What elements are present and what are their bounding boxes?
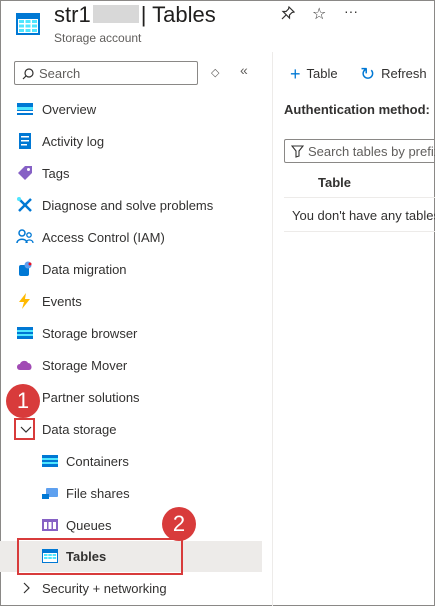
sidebar-item-label: Tags — [42, 166, 70, 181]
refresh-button[interactable]: ↻ Refresh — [360, 64, 427, 85]
sidebar-item-label: Queues — [66, 518, 112, 533]
add-table-label: Table — [306, 66, 338, 81]
sidebar-item-queues[interactable]: Queues — [0, 510, 262, 540]
pin-icon[interactable] — [281, 5, 296, 23]
search-icon — [22, 68, 34, 80]
page-title: str1 | Tables — [54, 2, 216, 28]
cloud-icon — [17, 360, 32, 370]
tag-icon — [18, 166, 32, 180]
callout-badge-1: 1 — [6, 384, 40, 418]
sidebar-item-access-control[interactable]: Access Control (IAM) — [0, 222, 262, 252]
pane-divider — [272, 52, 273, 606]
filter-icon — [291, 145, 304, 158]
tables-resource-icon — [16, 13, 40, 35]
title-suffix: | Tables — [140, 2, 216, 27]
sidebar-item-label: Activity log — [42, 134, 105, 149]
table-column-header[interactable]: Table — [318, 175, 351, 190]
lightning-icon — [19, 293, 30, 309]
wrench-icon — [17, 197, 32, 212]
storage-browser-icon — [17, 327, 33, 339]
redacted-name — [92, 5, 139, 23]
sidebar-item-label: File shares — [66, 486, 130, 501]
page-header: str1 | Tables Storage account ☆ ··· — [0, 0, 435, 52]
queues-icon — [42, 519, 58, 531]
header-divider — [284, 197, 435, 198]
sidebar-item-label: Containers — [66, 454, 129, 469]
sidebar-group-data-storage[interactable]: Data storage — [0, 414, 262, 444]
callout-2-highlight — [17, 538, 183, 575]
plus-icon: + — [290, 64, 301, 84]
add-table-button[interactable]: + Table — [290, 64, 338, 85]
search-placeholder: Search — [39, 66, 81, 81]
sidebar-item-label: Storage Mover — [42, 358, 128, 373]
overview-icon — [17, 103, 33, 115]
data-migration-icon — [19, 261, 32, 276]
star-icon[interactable]: ☆ — [312, 4, 326, 24]
people-icon — [16, 229, 34, 244]
chevron-right-icon[interactable] — [20, 582, 32, 594]
sidebar-group-label: Data storage — [42, 422, 117, 437]
sidebar-item-label: Data migration — [42, 262, 127, 277]
sidebar-search-input[interactable]: Search — [14, 61, 198, 85]
sidebar-item-events[interactable]: Events — [0, 286, 262, 316]
title-prefix: str1 — [54, 2, 91, 27]
sidebar-item-label: Overview — [42, 102, 97, 117]
callout-badge-2: 2 — [162, 507, 196, 541]
sidebar-group-label: Security + networking — [42, 581, 167, 596]
collapse-sidebar-icon[interactable]: « — [240, 62, 248, 78]
sidebar-item-activity-log[interactable]: Activity log — [0, 126, 262, 156]
sidebar-item-storage-browser[interactable]: Storage browser — [0, 318, 262, 348]
sidebar-item-label: Access Control (IAM) — [42, 230, 165, 245]
sidebar-item-overview[interactable]: Overview — [0, 94, 262, 124]
callout-1-highlight — [14, 418, 35, 440]
ellipsis-icon[interactable]: ··· — [344, 3, 358, 19]
activity-log-icon — [19, 133, 31, 149]
filter-tables-input[interactable]: Search tables by prefix — [284, 139, 435, 163]
sidebar-item-tags[interactable]: Tags — [0, 158, 262, 188]
sidebar-item-label: Diagnose and solve problems — [42, 198, 214, 213]
sidebar-item-label: Events — [42, 294, 82, 309]
page-subtitle: Storage account — [54, 31, 142, 45]
row-divider — [284, 231, 435, 232]
file-shares-icon — [42, 488, 58, 499]
empty-state-message: You don't have any tables — [292, 208, 435, 223]
sidebar-item-containers[interactable]: Containers — [0, 446, 262, 476]
authentication-method-label: Authentication method: — [284, 102, 430, 117]
sidebar-group-security-networking[interactable]: Security + networking — [0, 573, 262, 603]
filter-placeholder: Search tables by prefix — [308, 144, 435, 159]
sidebar-item-diagnose[interactable]: Diagnose and solve problems — [0, 190, 262, 220]
sidebar-item-data-migration[interactable]: Data migration — [0, 254, 262, 284]
containers-icon — [42, 455, 58, 467]
sort-toggle-icon[interactable]: ◇ — [211, 66, 219, 79]
sidebar-item-label: Partner solutions — [42, 390, 140, 405]
sidebar-item-label: Storage browser — [42, 326, 138, 341]
refresh-icon: ↻ — [360, 64, 376, 84]
sidebar-item-file-shares[interactable]: File shares — [0, 478, 262, 508]
refresh-label: Refresh — [381, 66, 427, 81]
sidebar-item-storage-mover[interactable]: Storage Mover — [0, 350, 262, 380]
